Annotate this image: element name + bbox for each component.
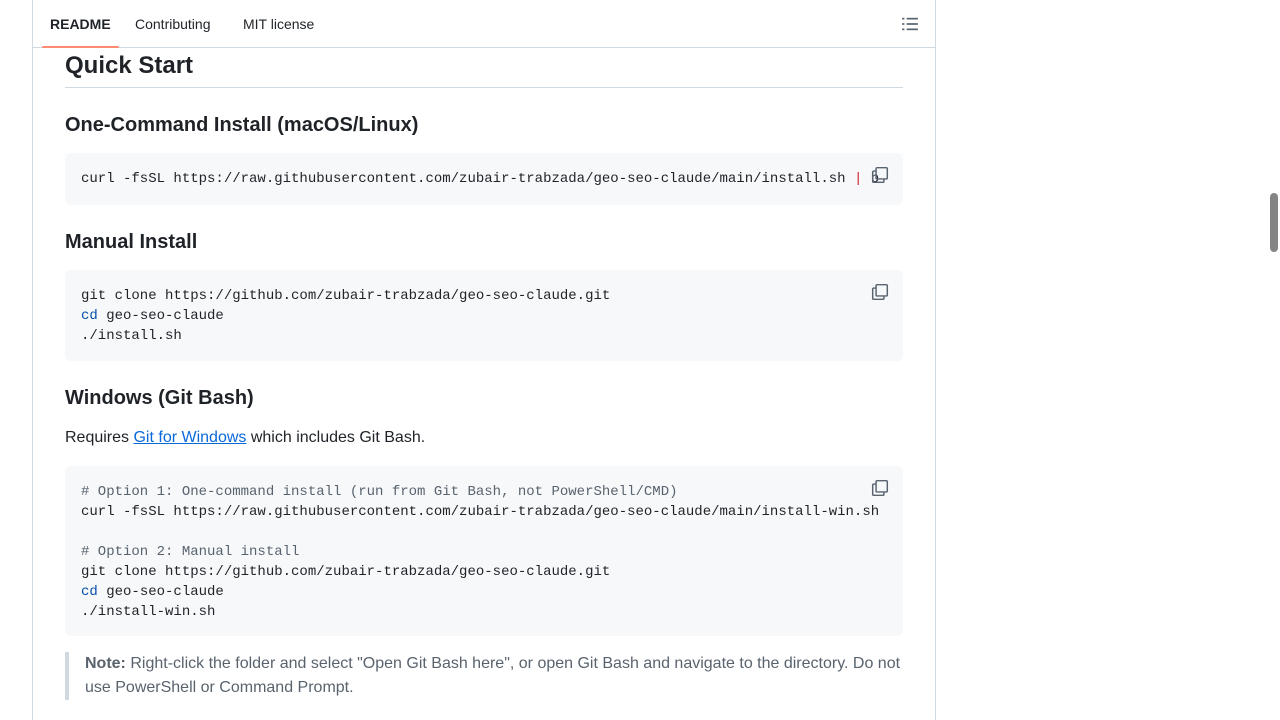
note-text: Right-click the folder and select "Open …	[85, 655, 901, 696]
code-line: geo-seo-claude	[97, 584, 224, 600]
code-one-command[interactable]: curl -fsSL https://raw.githubusercontent…	[65, 153, 903, 205]
tab-contributing[interactable]: Contributing	[135, 0, 211, 47]
copy-button[interactable]	[871, 166, 889, 184]
outline-toggle-button[interactable]	[901, 15, 919, 33]
code-line: git clone https://github.com/zubair-trab…	[81, 288, 611, 304]
requires-paragraph: Requires Git for Windows which includes …	[65, 426, 425, 450]
heading-windows-git-bash: Windows (Git Bash)	[65, 387, 254, 409]
code-block-one-command: curl -fsSL https://raw.githubusercontent…	[65, 153, 903, 205]
copy-button[interactable]	[871, 479, 889, 497]
note-blockquote: Note: Right-click the folder and select …	[65, 652, 903, 700]
code-block-manual-install: git clone https://github.com/zubair-trab…	[65, 270, 903, 361]
readme-panel: README Contributing MIT license Quick St…	[32, 0, 936, 720]
code-curl-text: curl -fsSL https://raw.githubusercontent…	[81, 171, 854, 187]
scrollbar-thumb[interactable]	[1270, 193, 1278, 252]
readme-tabbar: README Contributing MIT license	[33, 0, 935, 48]
page: README Contributing MIT license Quick St…	[0, 0, 1280, 720]
code-manual-install[interactable]: git clone https://github.com/zubair-trab…	[65, 270, 903, 361]
code-comment: # Option 2: Manual install	[81, 544, 300, 560]
code-line: curl -fsSL https://raw.githubusercontent…	[81, 504, 880, 520]
code-builtin-cd: cd	[81, 308, 98, 324]
heading-manual-install: Manual Install	[65, 231, 198, 253]
code-line: git clone https://github.com/zubair-trab…	[81, 564, 611, 580]
copy-icon	[871, 283, 889, 301]
tab-mit-license[interactable]: MIT license	[243, 0, 314, 47]
code-windows-install[interactable]: # Option 1: One-command install (run fro…	[65, 466, 903, 636]
git-for-windows-link[interactable]: Git for Windows	[133, 429, 246, 446]
code-builtin-cd: cd	[81, 584, 98, 600]
copy-icon	[871, 166, 889, 184]
heading-one-command-install: One-Command Install (macOS/Linux)	[65, 114, 419, 136]
heading-quick-start: Quick Start	[65, 48, 903, 88]
code-line: ./install.sh	[81, 328, 182, 344]
note-label: Note:	[85, 655, 126, 672]
code-line: ./install-win.sh	[81, 604, 216, 620]
requires-suffix: which includes Git Bash.	[246, 429, 426, 446]
copy-button[interactable]	[871, 283, 889, 301]
code-block-windows: # Option 1: One-command install (run fro…	[65, 466, 903, 636]
tab-readme[interactable]: README	[42, 0, 119, 48]
code-line: geo-seo-claude	[97, 308, 224, 324]
copy-icon	[871, 479, 889, 497]
requires-prefix: Requires	[65, 429, 134, 446]
list-unordered-icon	[902, 17, 918, 31]
code-comment: # Option 1: One-command install (run fro…	[81, 484, 678, 500]
